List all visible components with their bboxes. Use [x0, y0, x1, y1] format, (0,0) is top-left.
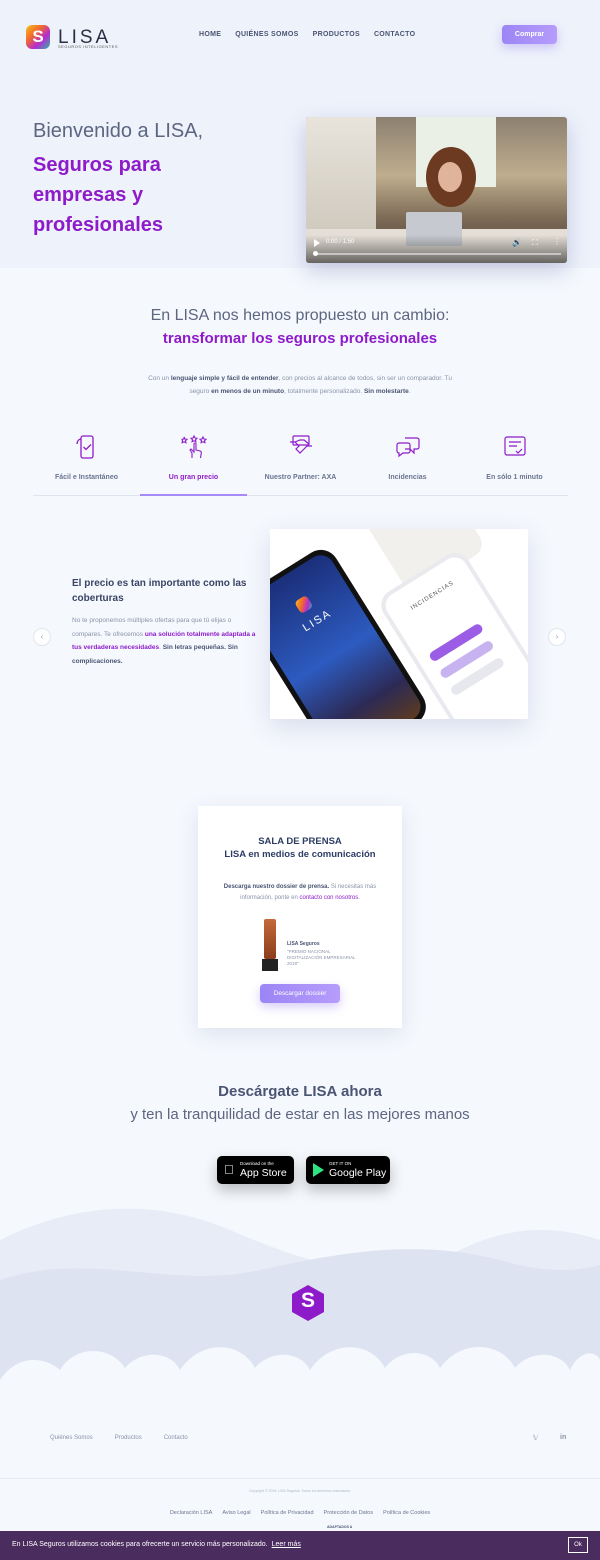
video-seek-handle[interactable] — [313, 251, 318, 256]
tab-label: Fácil e Instantáneo — [54, 474, 119, 481]
video-seek-bar[interactable] — [314, 253, 561, 255]
slide-paragraph: No te proponemos múltiples ofertas para … — [72, 617, 256, 665]
legal-link-cookies[interactable]: Política de Cookies — [383, 1510, 430, 1516]
nav-home[interactable]: HOME — [199, 31, 221, 38]
tab-un-minuto[interactable]: En sólo 1 minuto — [461, 430, 568, 495]
cookie-ok-button[interactable]: Ok — [568, 1537, 588, 1553]
hero-greeting: Bienvenido a LISA, — [33, 120, 204, 142]
nav-contacto[interactable]: CONTACTO — [374, 31, 415, 38]
play-icon[interactable] — [314, 239, 320, 247]
linkedin-icon[interactable]: in — [560, 1434, 566, 1441]
nav-productos[interactable]: PRODUCTOS — [313, 31, 360, 38]
legal-link-aviso[interactable]: Aviso Legal — [222, 1510, 250, 1516]
intro-subheading: transformar los seguros profesionales — [162, 330, 438, 347]
app-mockup-image: INCIDENCIAS LISA — [270, 529, 528, 719]
more-options-icon[interactable]: ⋮ — [553, 237, 561, 246]
tab-precio[interactable]: Un gran precio — [140, 430, 247, 496]
tab-incidencias[interactable]: Incidencias — [354, 430, 461, 495]
slider-next-button[interactable]: › — [548, 628, 566, 646]
footer-link-quienes-somos[interactable]: Quiénes Somos — [50, 1435, 93, 1441]
lisa-logo-icon — [294, 594, 314, 615]
legal-link-privacidad[interactable]: Política de Privacidad — [261, 1510, 314, 1516]
brand-tagline: SEGUROS INTELIGENTES — [58, 44, 119, 49]
stars-hand-icon — [180, 434, 207, 459]
twitter-icon[interactable]: 𝕍 — [533, 1434, 538, 1442]
hero-headline: Seguros para empresas y profesionales — [33, 154, 164, 236]
legal-links: Declaración LISA Aviso Legal Política de… — [0, 1510, 600, 1516]
footer-link-contacto[interactable]: Contacto — [164, 1435, 188, 1441]
press-subtitle: LISA en medios de comunicación — [224, 849, 376, 860]
download-title: Descárgate LISA ahora — [218, 1083, 382, 1100]
cookie-read-more-link[interactable]: Leer más — [272, 1541, 301, 1548]
volume-icon[interactable]: 🔊 — [512, 238, 522, 247]
nav-quienes-somos[interactable]: QUIÉNES SOMOS — [235, 31, 298, 38]
tab-label: Un gran precio — [168, 474, 219, 481]
chat-bubbles-icon — [395, 437, 420, 458]
google-play-button[interactable]: GET IT ON Google Play — [306, 1156, 390, 1184]
document-check-icon — [503, 436, 526, 456]
footer-link-productos[interactable]: Productos — [115, 1435, 142, 1441]
adapt-label: ADAPTADOS A — [327, 1525, 353, 1529]
cookie-text: En LISA Seguros utilizamos cookies para … — [12, 1541, 301, 1548]
press-card: SALA DE PRENSA LISA en medios de comunic… — [198, 806, 402, 1028]
award-title: LISA Seguros — [287, 941, 320, 947]
download-dossier-button[interactable]: Descargar dossier — [260, 984, 340, 1003]
press-paragraph: Descarga nuestro dossier de prensa. Si n… — [223, 884, 377, 901]
tab-label: Nuestro Partner: AXA — [264, 474, 337, 481]
legal-link-datos[interactable]: Protección de Datos — [324, 1510, 374, 1516]
copyright-text: Copyright © 2019. LISA Seguros. Todos lo… — [249, 1489, 351, 1493]
handshake-icon — [289, 435, 312, 454]
apple-icon:  — [224, 1162, 234, 1178]
app-store-button[interactable]:  Download on the App Store — [217, 1156, 294, 1184]
intro-heading: En LISA nos hemos propuesto un cambio: — [150, 307, 450, 324]
video-scene-face — [438, 162, 462, 192]
hero-video[interactable]: 0:00 / 1:50 🔊 ⛶ ⋮ — [306, 117, 567, 263]
footer-divider — [0, 1478, 600, 1479]
fullscreen-icon[interactable]: ⛶ — [532, 238, 538, 248]
tab-label: Incidencias — [388, 474, 427, 481]
lisa-s-badge-icon: S — [290, 1284, 326, 1322]
tab-partner-axa[interactable]: Nuestro Partner: AXA — [247, 430, 354, 495]
video-time: 0:00 / 1:50 — [326, 239, 355, 245]
google-play-icon — [313, 1163, 324, 1177]
download-subtitle: y ten la tranquilidad de estar en las me… — [130, 1106, 470, 1123]
main-nav: HOME QUIÉNES SOMOS PRODUCTOS CONTACTO — [199, 31, 415, 38]
contact-link[interactable]: contacto con nosotros — [300, 895, 359, 901]
footer-nav: Quiénes Somos Productos Contacto — [50, 1435, 188, 1441]
trophy-icon — [262, 919, 278, 971]
slide-title: El precio es tan importante como las cob… — [72, 578, 247, 604]
cookie-banner: En LISA Seguros utilizamos cookies para … — [0, 1531, 600, 1560]
feature-tabs: Fácil e Instantáneo Un gran precio Nuest… — [33, 430, 568, 496]
buy-button[interactable]: Comprar — [502, 25, 557, 44]
lisa-logo-icon[interactable]: S — [26, 25, 50, 49]
intro-paragraph: Con un lenguaje simple y fácil de entend… — [148, 375, 452, 395]
press-title: SALA DE PRENSA — [258, 836, 342, 847]
award-subtitle: "PREMIO NACIONAL DIGITALIZACIÓN EMPRESAR… — [287, 949, 356, 966]
slider-prev-button[interactable]: ‹ — [33, 628, 51, 646]
phone-check-icon — [75, 435, 94, 459]
tab-label: En sólo 1 minuto — [486, 474, 543, 481]
tab-facil[interactable]: Fácil e Instantáneo — [33, 430, 140, 495]
legal-link-declaracion[interactable]: Declaración LISA — [170, 1510, 213, 1516]
